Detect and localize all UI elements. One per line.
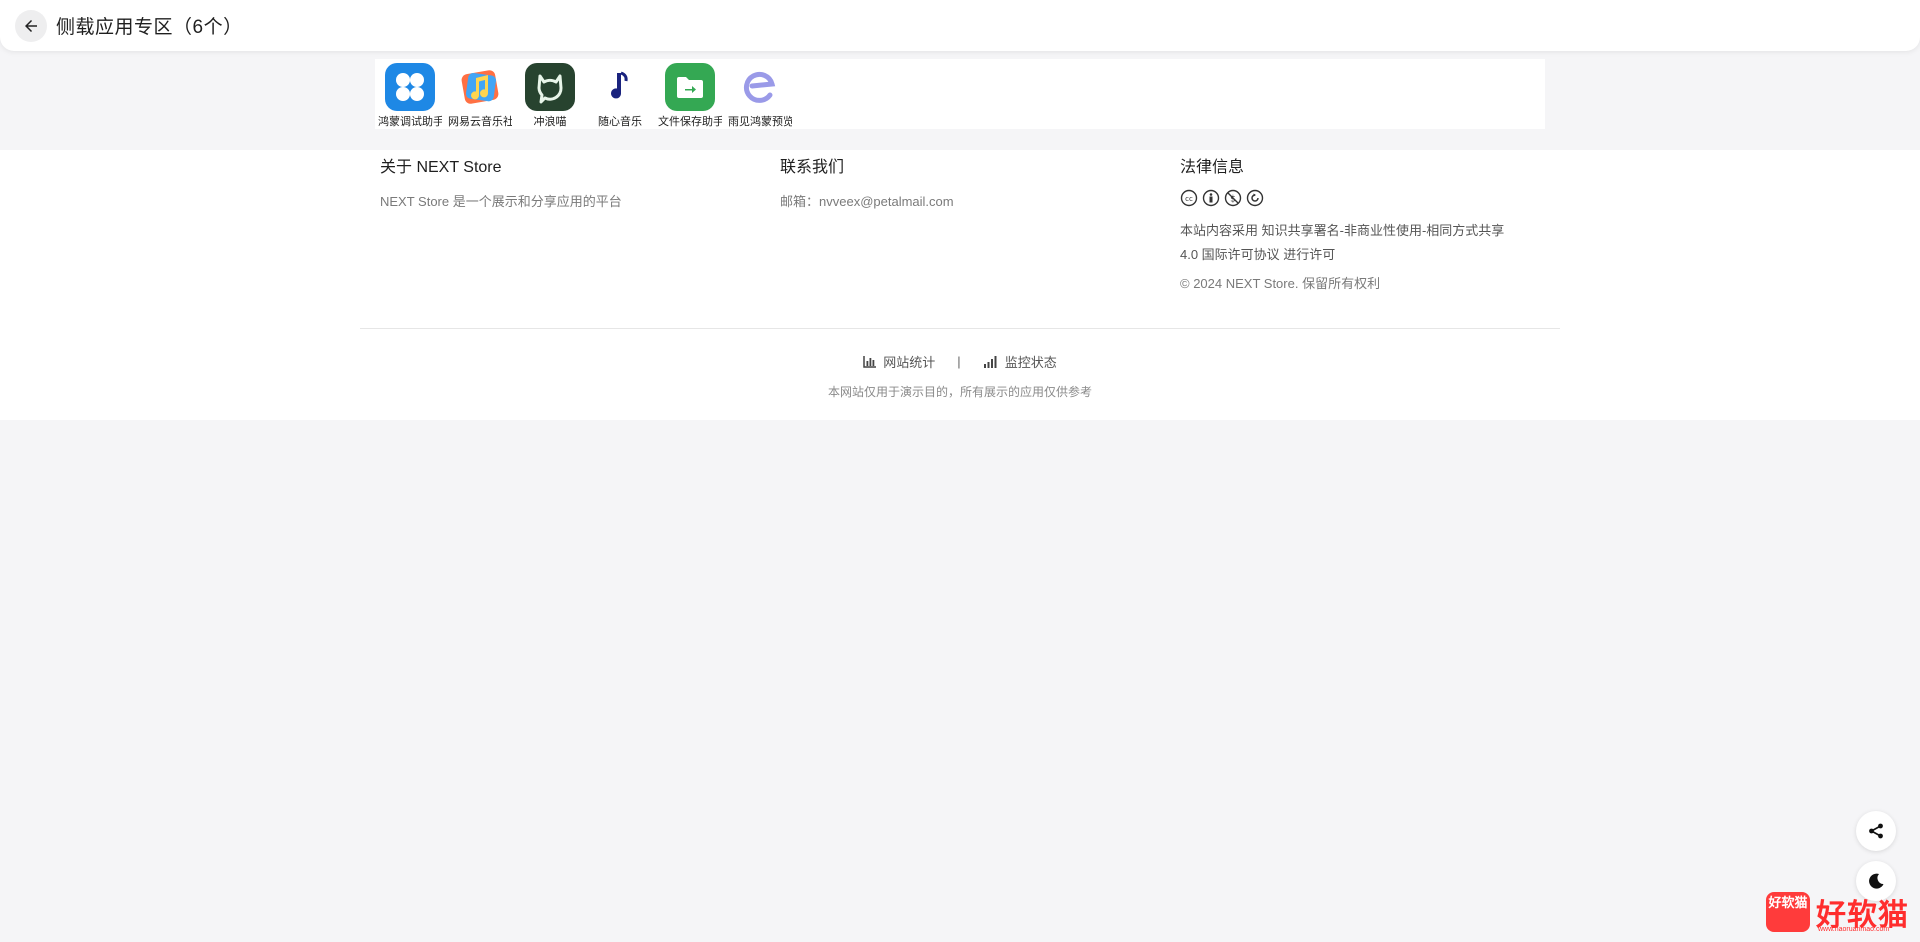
disclaimer: 本网站仅用于演示目的，所有展示的应用仅供参考 <box>827 385 1092 399</box>
letter-e-icon <box>735 63 785 112</box>
license-text-line2[interactable]: 4.0 国际许可协议 进行许可 <box>1180 244 1335 263</box>
folder-arrow-icon <box>665 63 715 112</box>
cc-icon: cc <box>1180 189 1198 207</box>
app-item[interactable]: 文件保存助手 <box>655 59 725 129</box>
music-note-colorful-icon <box>455 63 505 112</box>
monitor-link[interactable]: 监控状态 <box>983 352 1057 371</box>
footer-divider <box>360 328 1560 329</box>
noncommercial-icon: $ <box>1224 189 1242 207</box>
app-item[interactable]: 冲浪喵 <box>515 59 585 129</box>
svg-text:cc: cc <box>1185 195 1193 203</box>
about-title: 关于 NEXT Store <box>380 159 502 176</box>
app-name: 随心音乐 <box>598 116 642 129</box>
page-title: 侧载应用专区（6个） <box>56 17 243 38</box>
sharealike-icon <box>1246 189 1264 207</box>
stats-link-label: 网站统计 <box>883 355 936 370</box>
moon-icon <box>1869 873 1884 889</box>
app-item[interactable]: 鸿蒙调试助手 <box>375 59 445 129</box>
bar-chart-icon <box>863 355 877 368</box>
links-separator: | <box>957 354 961 369</box>
app-name: 鸿蒙调试助手 <box>378 116 442 129</box>
watermark-url: www.haoruanmao.com <box>1818 926 1890 933</box>
contact-title: 联系我们 <box>780 159 845 176</box>
footer: 关于 NEXT Store NEXT Store 是一个展示和分享应用的平台 联… <box>0 150 1920 420</box>
copyright: © 2024 NEXT Store. 保留所有权利 <box>1180 276 1381 291</box>
monitor-link-label: 监控状态 <box>1004 355 1057 370</box>
attribution-icon <box>1202 189 1220 207</box>
contact-email[interactable]: 邮箱：nvveex@petalmail.com <box>780 191 954 210</box>
clover-grid-icon <box>385 63 435 112</box>
footer-links: 网站统计 | 监控状态 <box>0 352 1920 371</box>
about-text: NEXT Store 是一个展示和分享应用的平台 <box>380 194 622 209</box>
license-text-line1[interactable]: 本站内容采用 知识共享署名-非商业性使用-相同方式共享 <box>1180 220 1504 239</box>
app-name: 冲浪喵 <box>533 116 567 129</box>
app-name: 网易云音乐社区 <box>448 116 512 129</box>
share-icon <box>1869 823 1883 839</box>
signal-icon <box>983 356 997 368</box>
share-button[interactable] <box>1856 811 1896 851</box>
back-button[interactable] <box>15 9 47 42</box>
app-item[interactable]: 网易云音乐社区 <box>445 59 515 129</box>
app-item[interactable]: 随心音乐 <box>585 59 655 129</box>
cat-icon <box>525 63 575 112</box>
top-bar: 侧载应用专区（6个） <box>0 0 1920 51</box>
stats-link[interactable]: 网站统计 <box>863 352 935 371</box>
legal-title: 法律信息 <box>1180 159 1245 176</box>
watermark: 好软猫 好软猫 www.haoruanmao.com <box>1764 890 1914 938</box>
app-item[interactable]: 雨见鸿蒙预览 <box>725 59 795 129</box>
arrow-left-icon <box>25 19 37 32</box>
app-list: 鸿蒙调试助手 网易云音乐社区 冲浪喵 随心音乐 <box>375 59 1545 129</box>
app-name: 文件保存助手 <box>658 116 722 129</box>
watermark-logo: 好软猫 <box>1766 892 1810 932</box>
music-note-icon <box>595 63 645 112</box>
license-icons[interactable]: cc $ <box>1180 189 1264 207</box>
app-name: 雨见鸿蒙预览 <box>728 116 792 129</box>
